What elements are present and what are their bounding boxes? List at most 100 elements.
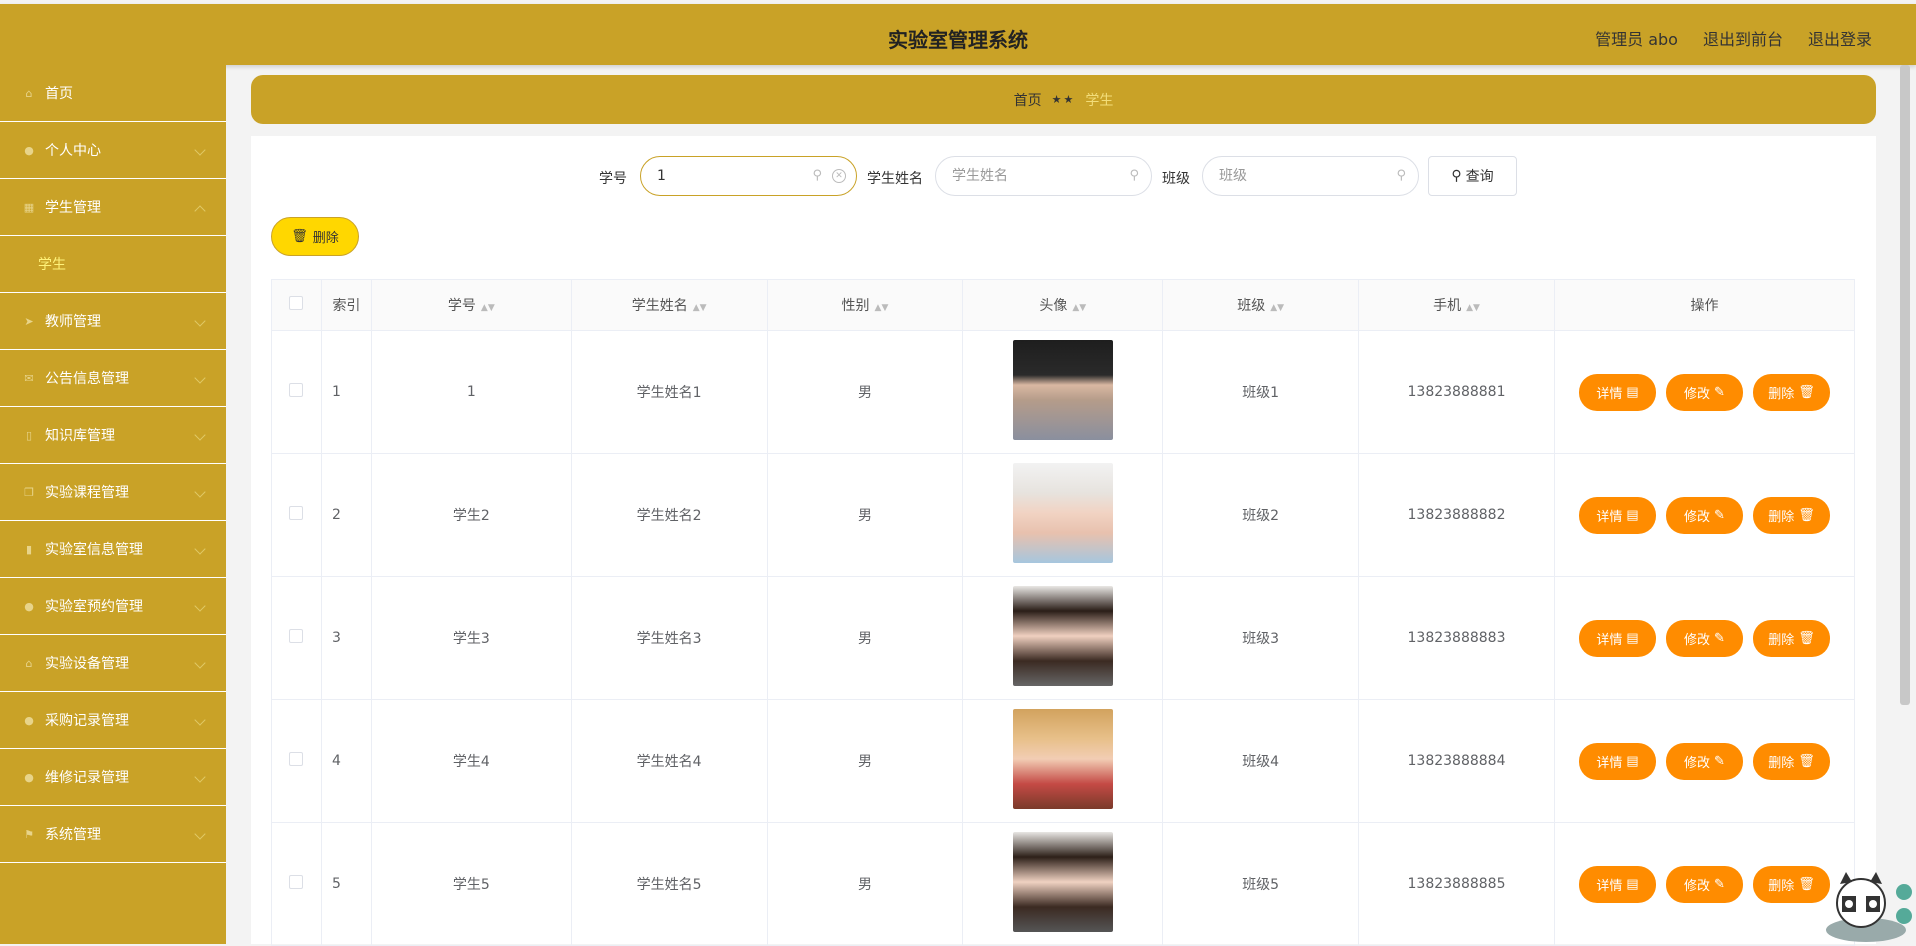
avatar[interactable] bbox=[1012, 340, 1113, 440]
avatar[interactable] bbox=[1012, 463, 1113, 563]
search-icon: ⚲ bbox=[812, 168, 822, 183]
row-student-id: 学生4 bbox=[370, 699, 572, 823]
cat-mascot-icon bbox=[1826, 872, 1912, 942]
search-icon: ⚲ bbox=[1396, 168, 1406, 183]
pin-icon: ● bbox=[24, 713, 34, 727]
sort-icon[interactable]: ▲▼ bbox=[481, 303, 495, 313]
user-icon: ● bbox=[24, 143, 34, 157]
row-checkbox[interactable] bbox=[289, 383, 304, 397]
edit-button[interactable]: 修改 ✎ bbox=[1665, 619, 1743, 657]
sort-icon[interactable]: ▲▼ bbox=[1466, 303, 1480, 313]
sidebar-item-students[interactable]: ▦ 学生管理 bbox=[0, 179, 226, 236]
send-icon: ➤ bbox=[24, 314, 34, 328]
scrollbar[interactable] bbox=[1900, 65, 1910, 705]
delete-label: 删除 bbox=[1768, 508, 1795, 524]
query-button[interactable]: ⚲ 查询 bbox=[1428, 156, 1517, 196]
sidebar-item-announcements[interactable]: ✉ 公告信息管理 bbox=[0, 350, 226, 407]
row-class: 班级4 bbox=[1162, 699, 1360, 823]
home-icon: ⌂ bbox=[25, 86, 33, 100]
row-actions: 详情 ▤ 修改 ✎ 删除 🗑 bbox=[1553, 576, 1856, 700]
row-select-cell bbox=[271, 453, 322, 577]
sidebar-item-purchases[interactable]: ● 采购记录管理 bbox=[0, 692, 226, 749]
student-id-label: 学号 bbox=[599, 171, 627, 187]
sort-icon[interactable]: ▲▼ bbox=[875, 303, 889, 313]
delete-label: 删除 bbox=[1768, 385, 1795, 401]
header-phone[interactable]: 手机 ▲▼ bbox=[1358, 279, 1555, 331]
sidebar-item-courses[interactable]: ❐ 实验课程管理 bbox=[0, 464, 226, 521]
detail-button[interactable]: 详情 ▤ bbox=[1578, 373, 1656, 411]
row-checkbox[interactable] bbox=[289, 506, 304, 520]
logout-link[interactable]: 退出登录 bbox=[1808, 26, 1872, 50]
clear-icon[interactable]: ✕ bbox=[832, 169, 846, 183]
row-class: 班级3 bbox=[1162, 576, 1360, 700]
batch-delete-button[interactable]: 🗑 删除 bbox=[271, 217, 359, 256]
row-phone: 13823888881 bbox=[1358, 330, 1555, 454]
header-actions: 操作 bbox=[1553, 279, 1856, 331]
student-id-input[interactable]: 1 ⚲ ✕ bbox=[640, 156, 857, 196]
header-class[interactable]: 班级 ▲▼ bbox=[1162, 279, 1360, 331]
avatar[interactable] bbox=[1012, 832, 1113, 932]
edit-button[interactable]: 修改 ✎ bbox=[1665, 373, 1743, 411]
row-student-name: 学生姓名1 bbox=[570, 330, 768, 454]
sort-icon[interactable]: ▲▼ bbox=[1072, 303, 1086, 313]
sidebar-item-home[interactable]: ⌂ 首页 bbox=[0, 65, 226, 122]
breadcrumb-separator: ★★ bbox=[1051, 93, 1076, 106]
header-label: 头像 bbox=[1039, 298, 1068, 314]
user-icon: ● bbox=[24, 599, 34, 613]
sidebar-item-reservations[interactable]: ● 实验室预约管理 bbox=[0, 578, 226, 635]
edit-button[interactable]: 修改 ✎ bbox=[1665, 865, 1743, 903]
row-phone: 13823888882 bbox=[1358, 453, 1555, 577]
student-name-input[interactable]: 学生姓名 ⚲ bbox=[935, 156, 1152, 196]
phone-icon: ▯ bbox=[25, 428, 33, 442]
row-checkbox[interactable] bbox=[289, 629, 304, 643]
header-avatar[interactable]: 头像 ▲▼ bbox=[962, 279, 1164, 331]
detail-button[interactable]: 详情 ▤ bbox=[1578, 865, 1656, 903]
chevron-down-icon bbox=[194, 828, 206, 840]
row-student-name: 学生姓名5 bbox=[570, 822, 768, 946]
sidebar-item-knowledge[interactable]: ▯ 知识库管理 bbox=[0, 407, 226, 464]
row-checkbox[interactable] bbox=[289, 752, 304, 766]
header-label: 学号 bbox=[447, 298, 476, 314]
detail-button[interactable]: 详情 ▤ bbox=[1578, 742, 1656, 780]
sort-icon[interactable]: ▲▼ bbox=[693, 303, 707, 313]
header-label: 索引 bbox=[332, 298, 361, 314]
sidebar-item-teachers[interactable]: ➤ 教师管理 bbox=[0, 293, 226, 350]
edit-button[interactable]: 修改 ✎ bbox=[1665, 496, 1743, 534]
row-delete-button[interactable]: 删除 🗑 bbox=[1752, 619, 1830, 657]
select-all-cell bbox=[271, 279, 322, 331]
detail-label: 详情 bbox=[1596, 508, 1623, 524]
sidebar-item-label: 首页 bbox=[45, 86, 73, 102]
header-label: 操作 bbox=[1690, 298, 1719, 314]
breadcrumb: 首页 ★★ 学生 bbox=[251, 75, 1876, 124]
sidebar-subitem-student[interactable]: 学生 bbox=[0, 236, 226, 293]
row-delete-button[interactable]: 删除 🗑 bbox=[1752, 742, 1830, 780]
detail-button[interactable]: 详情 ▤ bbox=[1578, 619, 1656, 657]
exit-to-front-link[interactable]: 退出到前台 bbox=[1703, 26, 1783, 50]
sidebar-item-profile[interactable]: ● 个人中心 bbox=[0, 122, 226, 179]
select-all-checkbox[interactable] bbox=[289, 296, 304, 310]
sidebar-item-labs[interactable]: ▮ 实验室信息管理 bbox=[0, 521, 226, 578]
detail-label: 详情 bbox=[1596, 631, 1623, 647]
header-student-name[interactable]: 学生姓名 ▲▼ bbox=[570, 279, 768, 331]
sort-icon[interactable]: ▲▼ bbox=[1270, 303, 1284, 313]
row-checkbox[interactable] bbox=[289, 875, 304, 889]
class-input[interactable]: 班级 ⚲ bbox=[1202, 156, 1419, 196]
pencil-icon: ✎ bbox=[1714, 507, 1725, 522]
row-gender: 男 bbox=[766, 822, 964, 946]
detail-button[interactable]: 详情 ▤ bbox=[1578, 496, 1656, 534]
breadcrumb-home[interactable]: 首页 bbox=[1014, 90, 1042, 110]
row-phone: 13823888884 bbox=[1358, 699, 1555, 823]
row-delete-button[interactable]: 删除 🗑 bbox=[1752, 373, 1830, 411]
row-avatar-cell bbox=[962, 699, 1164, 823]
sidebar-item-repairs[interactable]: ● 维修记录管理 bbox=[0, 749, 226, 806]
header-gender[interactable]: 性别 ▲▼ bbox=[766, 279, 964, 331]
avatar[interactable] bbox=[1012, 709, 1113, 809]
row-index: 2 bbox=[320, 453, 372, 577]
sidebar-item-system[interactable]: ⚑ 系统管理 bbox=[0, 806, 226, 863]
top-links: 管理员 abo 退出到前台 退出登录 bbox=[1595, 26, 1872, 50]
sidebar-item-equipment[interactable]: ⌂ 实验设备管理 bbox=[0, 635, 226, 692]
row-delete-button[interactable]: 删除 🗑 bbox=[1752, 496, 1830, 534]
edit-button[interactable]: 修改 ✎ bbox=[1665, 742, 1743, 780]
avatar[interactable] bbox=[1012, 586, 1113, 686]
header-student-id[interactable]: 学号 ▲▼ bbox=[370, 279, 572, 331]
